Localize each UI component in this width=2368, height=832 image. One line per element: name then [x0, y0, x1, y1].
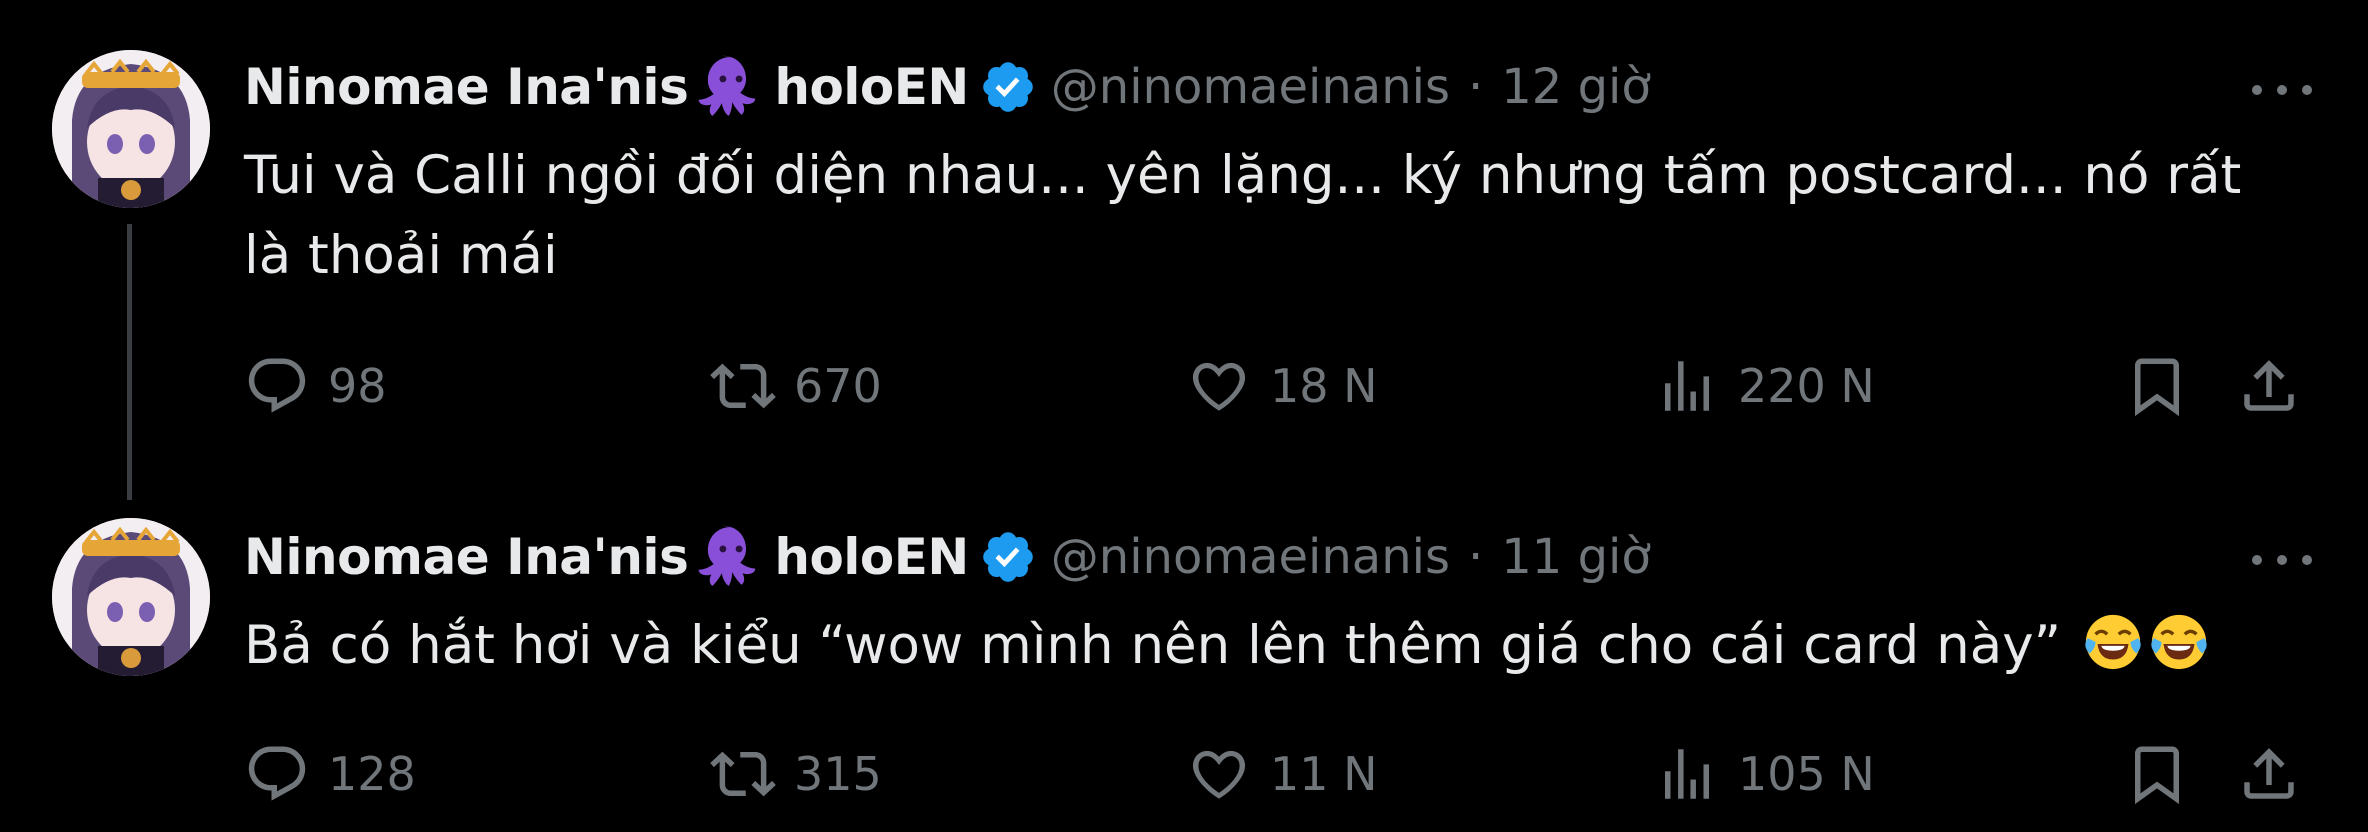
avatar[interactable]	[52, 518, 210, 676]
separator-dot: ·	[1467, 529, 1484, 585]
verified-badge-icon[interactable]	[979, 528, 1037, 586]
view-count: 105 N	[1738, 747, 1875, 801]
tweet[interactable]: Ninomae Ina'nis holoEN @ninomaeinanis · …	[0, 0, 2368, 500]
timestamp[interactable]: 12 giờ	[1501, 59, 1651, 115]
tweet-text: Tui và Calli ngồi đối diện nhau... yên l…	[244, 145, 2242, 286]
views-icon	[1654, 741, 1720, 807]
share-button[interactable]	[2236, 734, 2302, 814]
views-icon	[1654, 353, 1720, 419]
like-count: 18 N	[1270, 359, 1378, 413]
author-name[interactable]: Ninomae Ina'nis	[244, 528, 689, 586]
views-button[interactable]: 220 N	[1654, 346, 1875, 426]
tweet-text-container: Bả có hắt hơi và kiểu “wow mình nên lên …	[244, 606, 2284, 686]
thread-line	[127, 224, 132, 500]
bookmark-icon	[2124, 741, 2190, 807]
like-icon	[1186, 741, 1252, 807]
laughing-emoji-icon	[2148, 611, 2210, 673]
author-name-suffix[interactable]: holoEN	[774, 58, 969, 116]
more-icon[interactable]	[2252, 80, 2312, 100]
tweet-text: Bả có hắt hơi và kiểu “wow mình nên lên …	[244, 615, 2062, 676]
bookmark-icon	[2124, 353, 2190, 419]
share-button[interactable]	[2236, 346, 2302, 426]
tweet-header: Ninomae Ina'nis holoEN @ninomaeinanis · …	[244, 522, 1651, 592]
views-button[interactable]: 105 N	[1654, 734, 1875, 814]
tweet-actions: 128 315 11 N 105 N	[244, 734, 2324, 814]
retweet-icon	[710, 353, 776, 419]
like-icon	[1186, 353, 1252, 419]
bookmark-button[interactable]	[2124, 734, 2190, 814]
laughing-emoji-icon	[2082, 611, 2144, 673]
octopus-emoji	[694, 520, 768, 594]
verified-badge-icon[interactable]	[979, 58, 1037, 116]
author-name-suffix[interactable]: holoEN	[774, 528, 969, 586]
timestamp[interactable]: 11 giờ	[1501, 529, 1651, 585]
author-handle[interactable]: @ninomaeinanis	[1051, 529, 1450, 585]
retweet-count: 315	[794, 747, 882, 801]
view-count: 220 N	[1738, 359, 1875, 413]
reply-icon	[244, 741, 310, 807]
retweet-icon	[710, 741, 776, 807]
retweet-button[interactable]: 670	[710, 346, 882, 426]
retweet-button[interactable]: 315	[710, 734, 882, 814]
avatar-image	[52, 50, 210, 208]
reply-count: 98	[328, 359, 387, 413]
bookmark-button[interactable]	[2124, 346, 2190, 426]
tweet-header: Ninomae Ina'nis holoEN @ninomaeinanis · …	[244, 52, 1651, 122]
author-name[interactable]: Ninomae Ina'nis	[244, 58, 689, 116]
retweet-count: 670	[794, 359, 882, 413]
reply-icon	[244, 353, 310, 419]
separator-dot: ·	[1467, 59, 1484, 115]
reply-button[interactable]: 98	[244, 346, 387, 426]
reply-button[interactable]: 128	[244, 734, 416, 814]
avatar-image	[52, 518, 210, 676]
avatar[interactable]	[52, 50, 210, 208]
share-icon	[2236, 353, 2302, 419]
share-icon	[2236, 741, 2302, 807]
tweet[interactable]: Ninomae Ina'nis holoEN @ninomaeinanis · …	[0, 500, 2368, 832]
reply-count: 128	[328, 747, 416, 801]
author-handle[interactable]: @ninomaeinanis	[1051, 59, 1450, 115]
tweet-actions: 98 670 18 N 220 N	[244, 346, 2324, 426]
octopus-emoji	[694, 50, 768, 124]
more-icon[interactable]	[2252, 550, 2312, 570]
like-button[interactable]: 18 N	[1186, 346, 1378, 426]
like-count: 11 N	[1270, 747, 1378, 801]
like-button[interactable]: 11 N	[1186, 734, 1378, 814]
